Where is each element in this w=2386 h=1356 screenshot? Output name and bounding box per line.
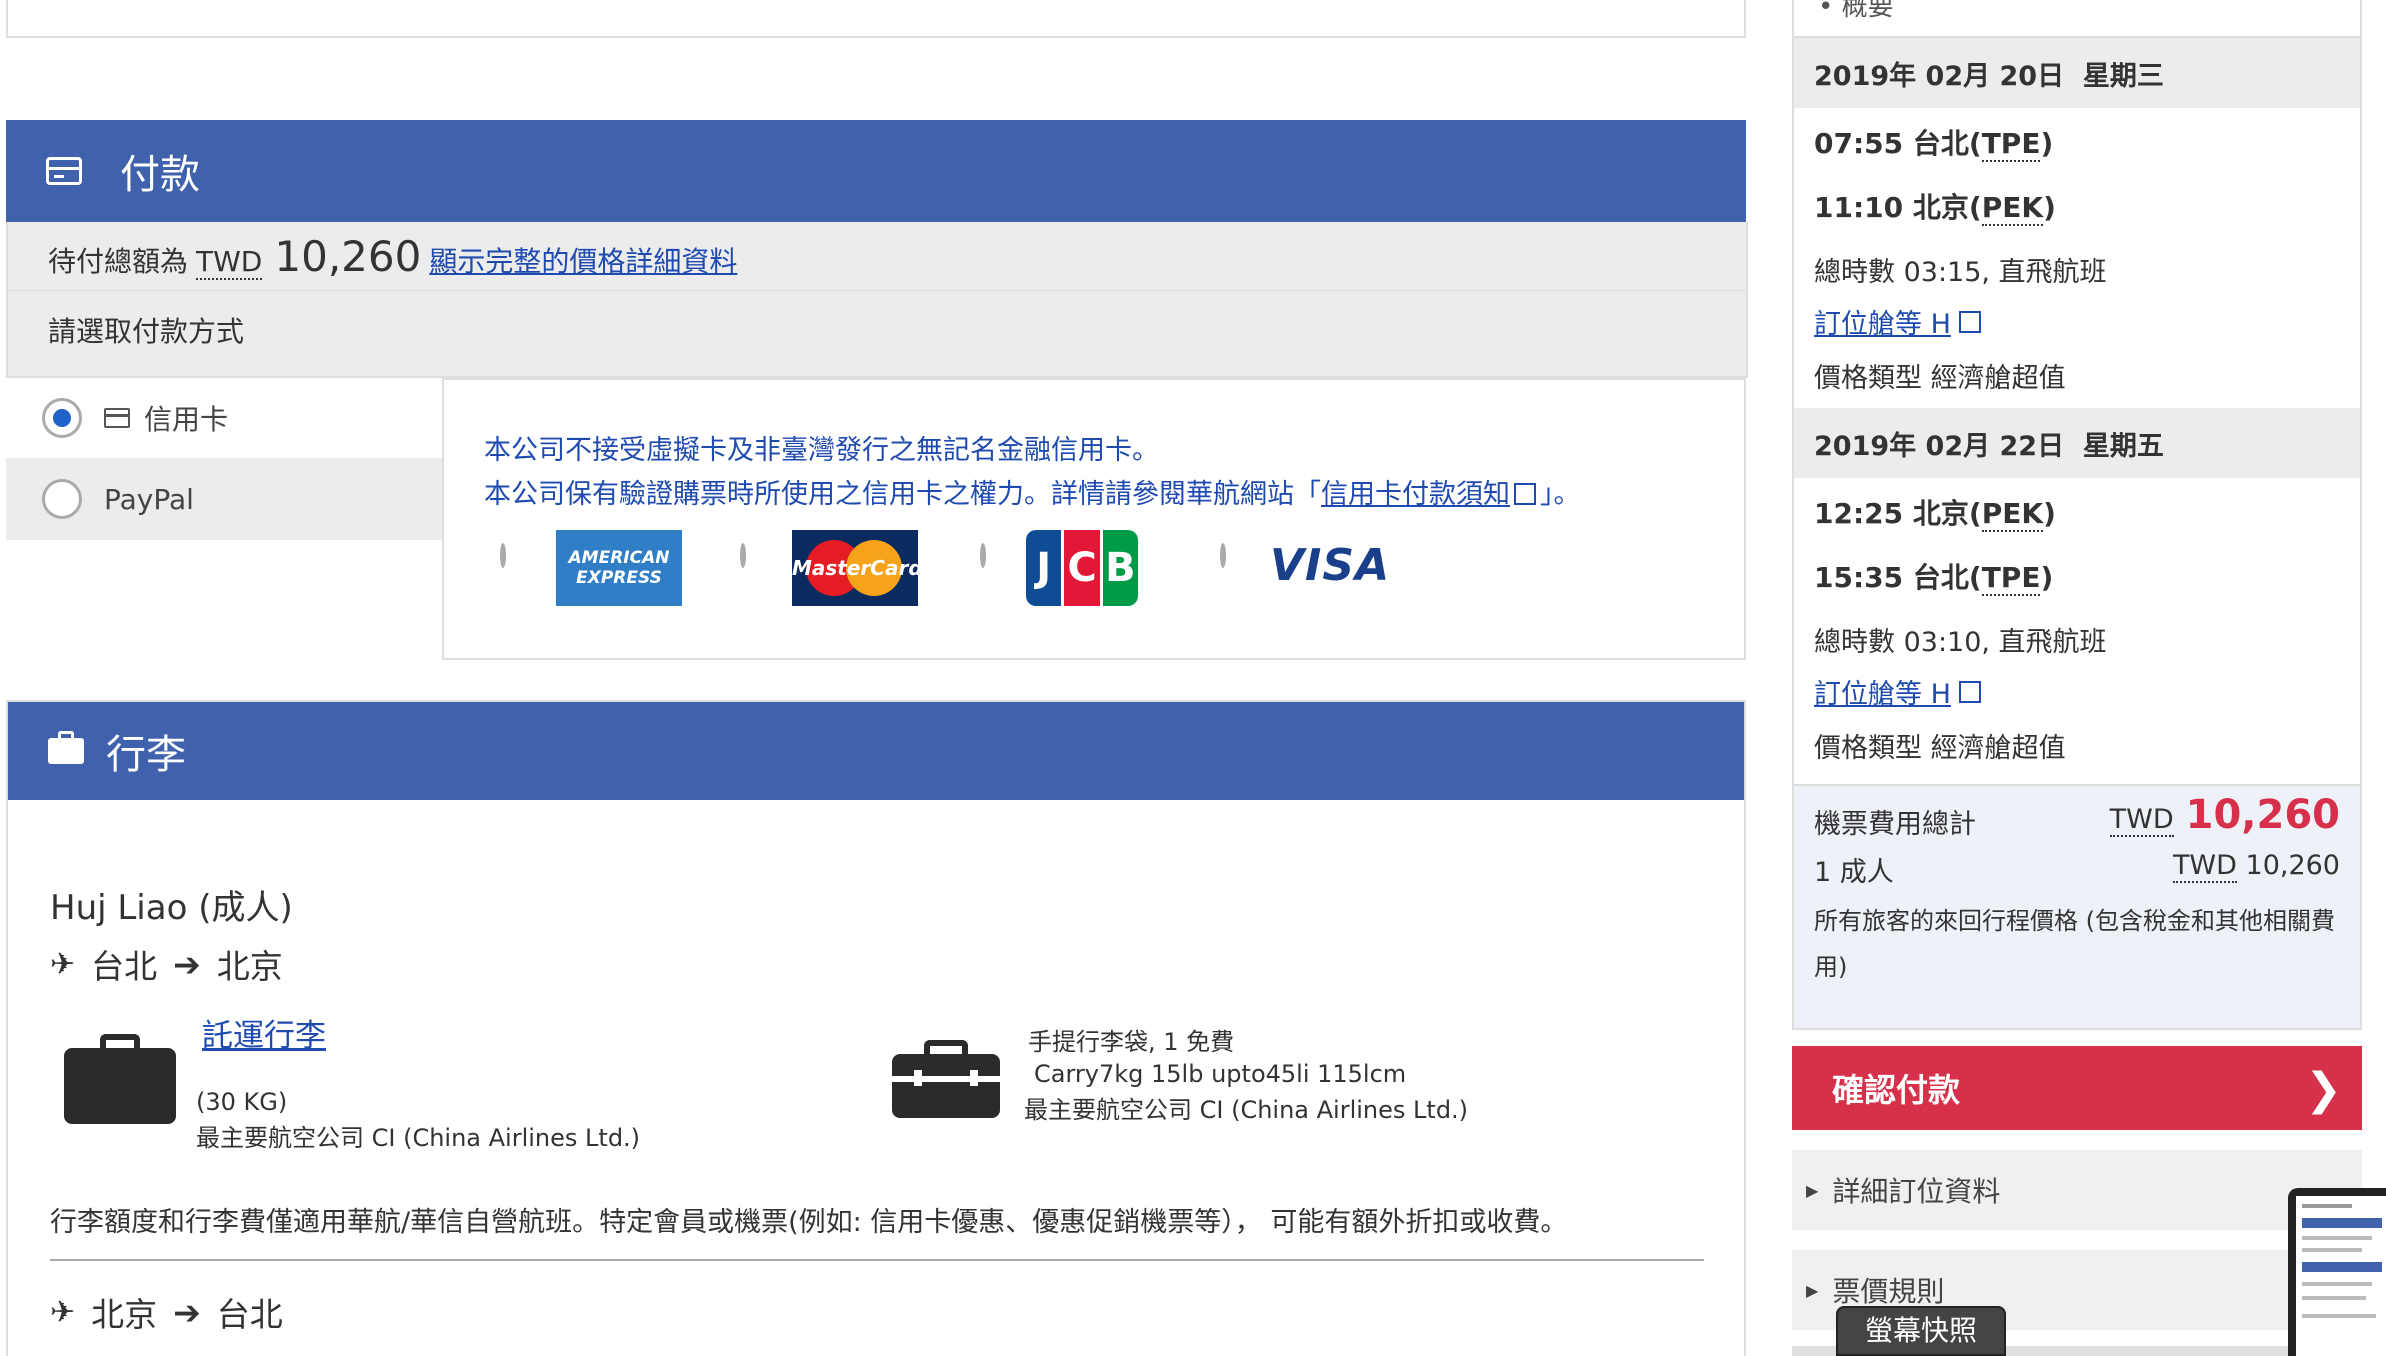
carry-on-bag-icon xyxy=(892,1040,1000,1118)
flight2-fare-type: 價格類型 經濟艙超值 xyxy=(1814,733,2066,764)
credit-card-icon xyxy=(46,157,82,185)
total-amount: 10,260 xyxy=(274,232,422,281)
credit-card-small-icon xyxy=(104,408,130,428)
flight2-departure: 12:25 北京(PEK) xyxy=(1814,497,2056,532)
payment-title: 付款 xyxy=(120,152,200,198)
itinerary-summary: • 概要 2019年 02月 20日 星期三 07:55 台北(TPE) 11:… xyxy=(1792,0,2362,1030)
method-credit-card[interactable]: 信用卡 xyxy=(6,378,442,458)
paypal-radio[interactable] xyxy=(42,479,82,519)
baggage-title: 行李 xyxy=(106,732,186,778)
mastercard-logo[interactable]: MasterCard xyxy=(792,530,918,606)
choose-method-label: 請選取付款方式 xyxy=(48,315,245,348)
card-notice-link[interactable]: 信用卡付款須知 xyxy=(1321,479,1510,510)
price-details-link[interactable]: 顯示完整的價格詳細資料 xyxy=(429,240,737,280)
card-panel: 本公司不接受虛擬卡及非臺灣發行之無記名金融信用卡。 本公司保有驗證購票時所使用之… xyxy=(442,378,1746,660)
route1-to: 北京 xyxy=(216,947,283,986)
route1-from: 台北 xyxy=(91,947,158,986)
visa-logo[interactable]: VISA xyxy=(1270,540,1390,591)
route-outbound: ✈ 台北 ➔ 北京 xyxy=(50,940,283,988)
notice-line-1: 本公司不接受虛擬卡及非臺灣發行之無記名金融信用卡。 xyxy=(484,435,1159,466)
payment-summary: 待付總額為 TWD 10,260 顯示完整的價格詳細資料 請選取付款方式 xyxy=(6,222,1748,378)
flight2-class-link-row[interactable]: 訂位艙等 H xyxy=(1814,672,1981,711)
notice-line-2: 本公司保有驗證購票時所使用之信用卡之權力。詳情請參閱華航網站「信用卡付款須知」。 xyxy=(484,479,1581,510)
fare-total-label: 機票費用總計 xyxy=(1814,809,1976,840)
confirm-payment-button[interactable]: 確認付款 ❯ xyxy=(1792,1046,2362,1130)
checked-weight: (30 KG) xyxy=(196,1088,288,1116)
method-paypal[interactable]: PayPal xyxy=(6,458,442,540)
flight2-class-link[interactable]: 訂位艙等 H xyxy=(1814,672,1951,711)
checked-baggage-link[interactable]: 託運行李 xyxy=(202,1010,326,1055)
amex-logo[interactable]: AMERICAN EXPRESS xyxy=(556,530,682,606)
flight1-fare-type: 價格類型 經濟艙超值 xyxy=(1814,363,2066,394)
amex-radio[interactable] xyxy=(500,543,506,568)
flight1-class-link-row[interactable]: 訂位艙等 H xyxy=(1814,302,1981,341)
fare-total-value: TWD 10,260 xyxy=(2109,792,2340,838)
flight1-duration: 總時數 03:15, 直飛航班 xyxy=(1814,257,2107,288)
route2-to: 台北 xyxy=(216,1295,283,1334)
screenshot-thumbnail[interactable] xyxy=(2288,1188,2386,1356)
route-return: ✈ 北京 ➔ 台北 xyxy=(50,1288,283,1336)
baggage-divider xyxy=(50,1259,1704,1261)
jcb-logo[interactable]: J C B xyxy=(1026,530,1138,606)
carry-on-title: 手提行李袋, 1 免費 xyxy=(1028,1028,1235,1056)
caret-right-icon: ▶ xyxy=(1806,1280,1819,1300)
suitcase-icon xyxy=(64,1034,176,1124)
flight1-date: 2019年 02月 20日 星期三 xyxy=(1814,61,2164,92)
total-note: 所有旅客的來回行程價格 (包含稅金和其他相關費用) xyxy=(1814,907,2335,981)
baggage-header: 行李 xyxy=(8,702,1744,800)
top-card-remnant xyxy=(6,0,1746,38)
pax-count: 1 成人 xyxy=(1814,857,1894,888)
arrow-right-icon: ➔ xyxy=(173,944,201,984)
flight2-duration: 總時數 03:10, 直飛航班 xyxy=(1814,627,2107,658)
flight2-arrival: 15:35 台北(TPE) xyxy=(1814,561,2054,596)
briefcase-icon xyxy=(48,731,84,764)
plane-arrive-icon: ✈ xyxy=(50,1294,76,1330)
flight1-departure: 07:55 台北(TPE) xyxy=(1814,127,2054,162)
flight1-class-link[interactable]: 訂位艙等 H xyxy=(1814,302,1951,341)
external-link-icon xyxy=(1514,483,1536,505)
paypal-label: PayPal xyxy=(104,482,194,516)
mastercard-radio[interactable] xyxy=(740,543,746,568)
pax-amount: TWD 10,260 xyxy=(2172,850,2340,883)
summary-top-cut: • 概要 xyxy=(1818,0,1894,22)
screenshot-tooltip: 螢幕快照 xyxy=(1836,1306,2006,1356)
flight1-arrival: 11:10 北京(PEK) xyxy=(1814,191,2056,226)
jcb-radio[interactable] xyxy=(980,543,986,568)
carry-on-carrier: 最主要航空公司 CI (China Airlines Ltd.) xyxy=(1024,1096,1469,1124)
credit-card-label: 信用卡 xyxy=(144,403,229,436)
carry-on-detail: Carry7kg 15lb upto45li 115lcm xyxy=(1034,1060,1407,1088)
external-link-icon xyxy=(1958,310,1981,333)
total-currency: TWD xyxy=(196,245,263,280)
route2-from: 北京 xyxy=(91,1295,158,1334)
passenger-name: Huj Liao (成人) xyxy=(50,888,293,928)
credit-card-radio[interactable] xyxy=(42,398,82,438)
checked-carrier: 最主要航空公司 CI (China Airlines Ltd.) xyxy=(196,1124,641,1152)
payment-header: 付款 xyxy=(6,120,1746,222)
chevron-right-icon: ❯ xyxy=(2305,1064,2342,1115)
baggage-note: 行李額度和行李費僅適用華航/華信自營航班。特定會員或機票(例如: 信用卡優惠、優… xyxy=(50,1207,1568,1238)
plane-depart-icon: ✈ xyxy=(50,946,76,982)
booking-details-toggle[interactable]: ▶ 詳細訂位資料 xyxy=(1792,1150,2362,1230)
visa-radio[interactable] xyxy=(1220,543,1226,568)
external-link-icon xyxy=(1958,680,1981,703)
caret-right-icon: ▶ xyxy=(1806,1180,1819,1200)
arrow-right-icon: ➔ xyxy=(173,1292,201,1332)
flight2-date: 2019年 02月 22日 星期五 xyxy=(1814,431,2164,462)
total-prefix: 待付總額為 xyxy=(48,245,189,278)
